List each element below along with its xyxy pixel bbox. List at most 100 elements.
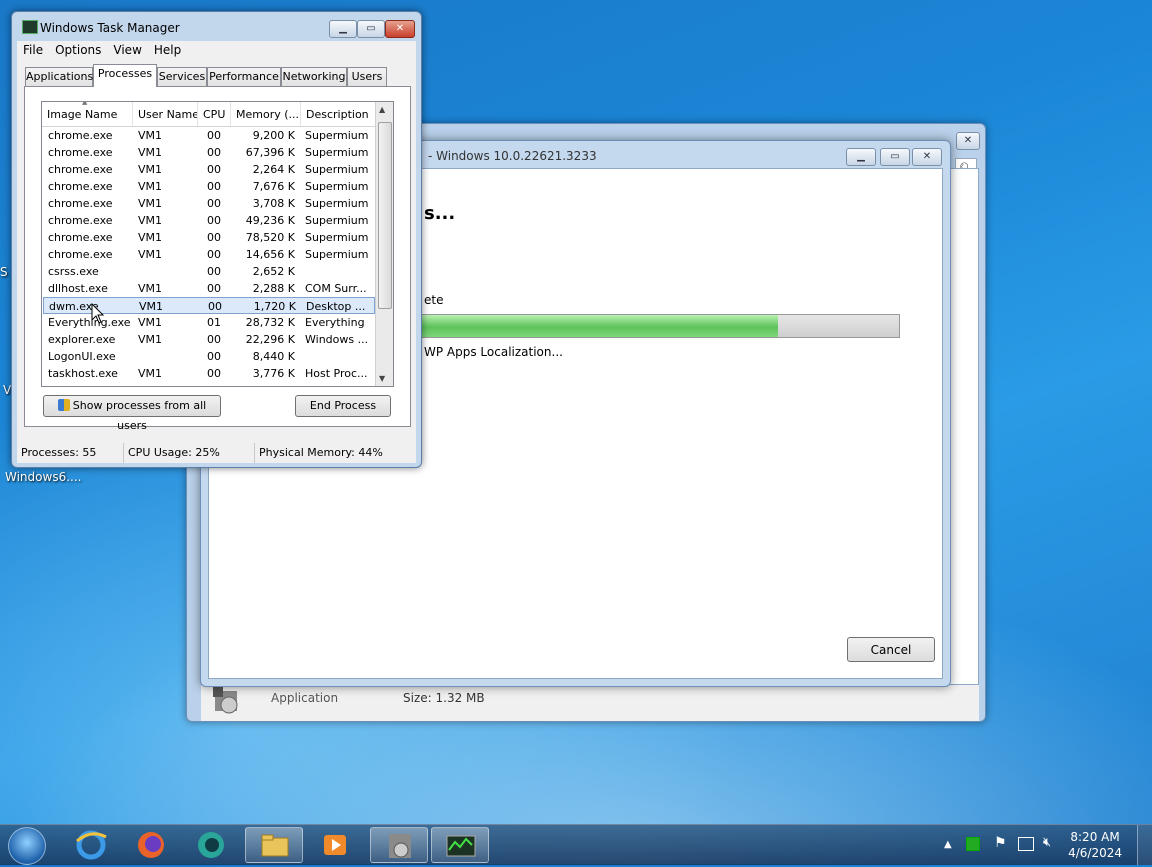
cell-user: VM1 xyxy=(138,146,163,159)
table-row[interactable]: csrss.exe 00 2,652 K xyxy=(43,263,375,280)
cell-cpu: 01 xyxy=(207,316,221,329)
menu-file[interactable]: File xyxy=(17,41,49,59)
cell-name: chrome.exe xyxy=(48,163,113,176)
table-row[interactable]: explorer.exe VM1 00 22,296 K Windows ... xyxy=(43,331,375,348)
table-row[interactable]: LogonUI.exe 00 8,440 K xyxy=(43,348,375,365)
clock[interactable]: 8:20 AM 4/6/2024 xyxy=(1068,829,1122,861)
table-row[interactable]: chrome.exe VM1 00 7,676 K Supermium xyxy=(43,178,375,195)
cell-mem: 9,200 K xyxy=(252,129,295,142)
installer-file-icon xyxy=(211,685,245,715)
menu-options[interactable]: Options xyxy=(49,41,107,59)
cell-user: VM1 xyxy=(139,300,164,313)
tab-users[interactable]: Users xyxy=(347,67,387,86)
cell-user: VM1 xyxy=(138,316,163,329)
menu-view[interactable]: View xyxy=(107,41,147,59)
table-row[interactable]: chrome.exe VM1 00 3,708 K Supermium xyxy=(43,195,375,212)
cell-desc: COM Surr... xyxy=(305,282,367,295)
cell-cpu: 00 xyxy=(207,350,221,363)
network-icon[interactable] xyxy=(1018,837,1034,851)
list-header: Image Name User Name CPU Memory (... Des… xyxy=(42,102,376,127)
cell-desc: Supermium xyxy=(305,214,369,227)
column-user-name[interactable]: User Name xyxy=(133,102,198,126)
close-icon[interactable]: ✕ xyxy=(956,132,980,150)
cell-cpu: 00 xyxy=(208,300,222,313)
scroll-down-icon[interactable]: ▼ xyxy=(379,374,385,383)
cell-desc: Supermium xyxy=(305,129,369,142)
show-all-processes-button[interactable]: Show processes from all users xyxy=(43,395,221,432)
end-process-button[interactable]: End Process xyxy=(295,395,391,417)
cell-user: VM1 xyxy=(138,163,163,176)
internet-explorer-icon[interactable] xyxy=(62,827,120,863)
cancel-button[interactable]: Cancel xyxy=(847,637,935,662)
sort-arrow-icon: ▲ xyxy=(82,101,88,106)
installer-icon[interactable] xyxy=(370,827,428,863)
close-icon[interactable]: ✕ xyxy=(912,148,942,166)
cell-name: chrome.exe xyxy=(48,146,113,159)
tab-performance[interactable]: Performance xyxy=(207,67,281,86)
task-manager-icon[interactable] xyxy=(431,827,489,863)
table-row[interactable]: chrome.exe VM1 00 78,520 K Supermium xyxy=(43,229,375,246)
close-icon[interactable]: ✕ xyxy=(385,20,415,38)
cell-mem: 49,236 K xyxy=(245,214,295,227)
vertical-scrollbar[interactable]: ▲ ▼ xyxy=(375,102,393,386)
tab-services[interactable]: Services xyxy=(157,67,207,86)
mouse-cursor-icon xyxy=(91,303,105,324)
action-center-flag-icon[interactable]: ⚑ xyxy=(994,835,1007,851)
cell-name: chrome.exe xyxy=(48,197,113,210)
minimize-icon[interactable]: ▁ xyxy=(329,20,357,38)
table-row[interactable]: chrome.exe VM1 00 9,200 K Supermium xyxy=(43,127,375,144)
cell-name: chrome.exe xyxy=(48,248,113,261)
show-hidden-icons-icon[interactable]: ▲ xyxy=(944,839,952,850)
cell-desc: Supermium xyxy=(305,248,369,261)
cell-mem: 1,720 K xyxy=(253,300,296,313)
title-bar[interactable]: Windows Task Manager ▁ ▭ ✕ xyxy=(12,12,421,40)
tray-app-icon[interactable] xyxy=(966,837,980,851)
menu-help[interactable]: Help xyxy=(148,41,187,59)
table-row[interactable]: chrome.exe VM1 00 2,264 K Supermium xyxy=(43,161,375,178)
column-cpu[interactable]: CPU xyxy=(198,102,231,126)
table-row[interactable]: chrome.exe VM1 00 49,236 K Supermium xyxy=(43,212,375,229)
file-explorer-icon[interactable] xyxy=(245,827,303,863)
cell-mem: 7,676 K xyxy=(252,180,295,193)
cell-name: chrome.exe xyxy=(48,214,113,227)
tab-processes[interactable]: Processes xyxy=(93,64,157,87)
firefox-icon[interactable] xyxy=(122,827,180,863)
minimize-icon[interactable]: ▁ xyxy=(846,148,876,166)
cell-mem: 8,440 K xyxy=(252,350,295,363)
cell-desc: Everything xyxy=(305,316,365,329)
media-player-icon[interactable] xyxy=(306,827,364,863)
task-manager-icon xyxy=(22,20,38,34)
tab-networking[interactable]: Networking xyxy=(281,67,347,86)
dialog-title: - Windows 10.0.22621.3233 xyxy=(428,149,597,163)
cell-mem: 67,396 K xyxy=(245,146,295,159)
column-memory[interactable]: Memory (... xyxy=(231,102,301,126)
cell-user: VM1 xyxy=(138,214,163,227)
column-description[interactable]: Description xyxy=(301,102,376,126)
table-row[interactable]: dllhost.exe VM1 00 2,288 K COM Surr... xyxy=(43,280,375,297)
dialog-heading: s... xyxy=(424,203,456,224)
cell-mem: 2,652 K xyxy=(252,265,295,278)
maximize-icon[interactable]: ▭ xyxy=(880,148,910,166)
volume-muted-icon[interactable]: 🔇︎ xyxy=(1043,835,1051,850)
status-fragment: ete xyxy=(424,293,444,307)
cell-name: Everything.exe xyxy=(48,316,131,329)
tab-applications[interactable]: Applications xyxy=(25,67,93,86)
maximize-icon[interactable]: ▭ xyxy=(357,20,385,38)
scroll-up-icon[interactable]: ▲ xyxy=(379,105,385,114)
cell-desc: Supermium xyxy=(305,146,369,159)
start-orb-icon[interactable] xyxy=(8,827,46,865)
cell-cpu: 00 xyxy=(207,333,221,346)
process-list[interactable]: Image Name User Name CPU Memory (... Des… xyxy=(41,101,394,387)
install-progress-bar xyxy=(414,314,900,338)
desktop-partial-label: V xyxy=(3,383,12,397)
cell-mem: 14,656 K xyxy=(245,248,295,261)
progress-fill xyxy=(415,315,778,337)
table-row[interactable]: chrome.exe VM1 00 67,396 K Supermium xyxy=(43,144,375,161)
show-desktop-button[interactable] xyxy=(1137,825,1152,865)
table-row[interactable]: taskhost.exe VM1 00 3,776 K Host Proc... xyxy=(43,365,375,382)
scroll-thumb[interactable] xyxy=(378,122,392,309)
teal-app-icon[interactable] xyxy=(182,827,240,863)
table-row[interactable]: chrome.exe VM1 00 14,656 K Supermium xyxy=(43,246,375,263)
desktop-icon-label[interactable]: Windows6.... xyxy=(5,470,81,484)
cell-cpu: 00 xyxy=(207,231,221,244)
